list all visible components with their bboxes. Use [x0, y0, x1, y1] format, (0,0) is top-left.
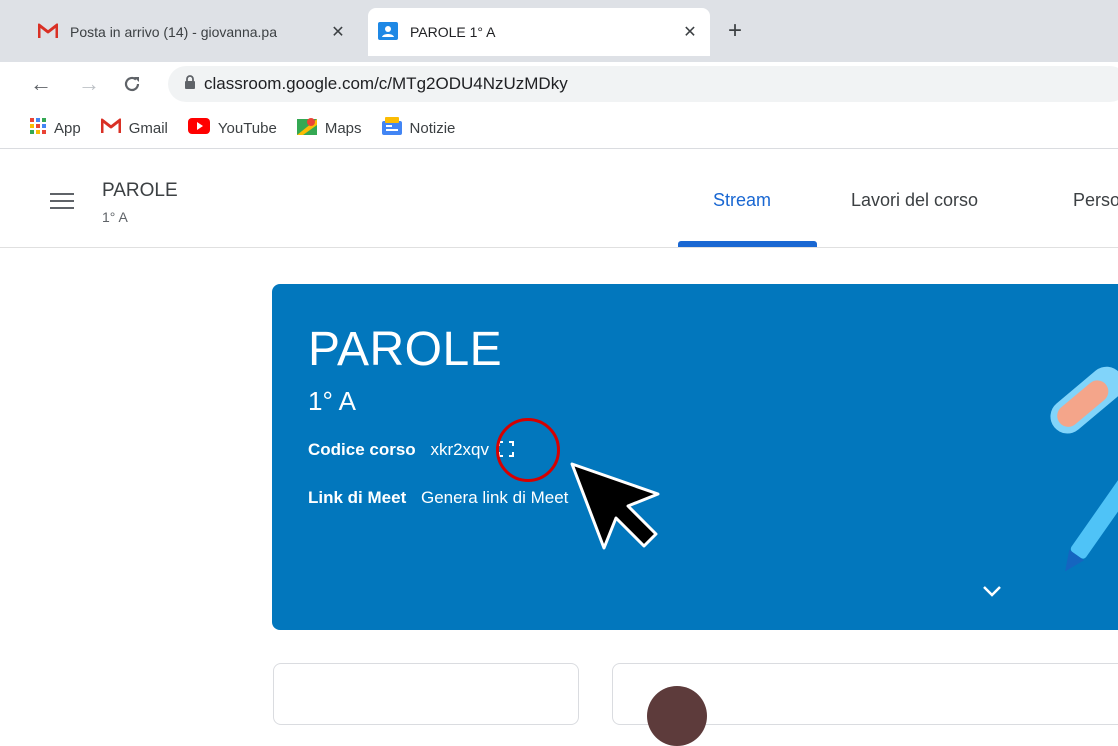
new-tab-button[interactable]: + — [728, 18, 742, 44]
maps-icon — [296, 117, 317, 139]
gmail-icon — [100, 118, 122, 138]
bookmark-label: YouTube — [217, 119, 277, 137]
class-code-value: xkr2xqv — [430, 440, 490, 459]
back-arrow-icon[interactable]: ← — [30, 70, 52, 98]
youtube-icon — [187, 118, 210, 138]
lock-icon — [184, 74, 196, 94]
generate-meet-link[interactable]: Genera link di Meet — [421, 488, 568, 507]
bookmark-gmail[interactable]: Gmail — [100, 118, 168, 138]
tab-people[interactable]: Persone — [1073, 190, 1118, 211]
tab-title: PAROLE 1° A — [410, 24, 496, 40]
apps-grid-icon — [30, 118, 46, 138]
announcement-card[interactable] — [612, 663, 1118, 746]
bookmark-label: Notizie — [409, 119, 456, 137]
class-code-label: Codice corso — [308, 440, 416, 459]
banner-title: PAROLE — [308, 323, 503, 376]
bookmark-apps[interactable]: App — [30, 118, 81, 138]
pencil-illustration — [1050, 366, 1118, 572]
chevron-down-icon[interactable] — [980, 584, 1004, 598]
tab-classwork[interactable]: Lavori del corso — [851, 190, 978, 211]
address-bar[interactable]: classroom.google.com/c/MTg2ODU4NzUzMDky — [168, 66, 1118, 102]
url-text: classroom.google.com/c/MTg2ODU4NzUzMDky — [204, 74, 568, 93]
tab-classroom[interactable]: PAROLE 1° A ✕ — [368, 8, 710, 56]
avatar — [647, 686, 707, 746]
bookmark-label: Gmail — [128, 119, 168, 137]
tab-gmail[interactable]: Posta in arrivo (14) - giovanna.pa ✕ — [28, 8, 358, 56]
class-section: 1° A — [102, 209, 128, 225]
browser-tab-strip: Posta in arrivo (14) - giovanna.pa ✕ PAR… — [0, 0, 1118, 62]
meet-link-row: Link di Meet Genera link di Meet — [308, 488, 568, 508]
active-tab-indicator — [678, 241, 817, 247]
news-icon — [381, 117, 402, 139]
close-tab-icon[interactable]: ✕ — [328, 22, 348, 42]
reload-icon[interactable] — [122, 70, 142, 101]
banner-section: 1° A — [308, 386, 356, 416]
tab-title: Posta in arrivo (14) - giovanna.pa — [70, 24, 277, 40]
menu-icon[interactable] — [50, 193, 74, 214]
classroom-icon — [378, 21, 398, 43]
class-name[interactable]: PAROLE — [102, 180, 178, 202]
forward-arrow-icon[interactable]: → — [78, 70, 100, 98]
mouse-pointer-icon — [570, 462, 660, 550]
gmail-icon — [37, 23, 59, 42]
class-code-row: Codice corso xkr2xqv — [308, 440, 514, 462]
close-tab-icon[interactable]: ✕ — [680, 22, 700, 42]
class-banner: PAROLE 1° A Codice corso xkr2xqv Link di… — [272, 284, 1118, 630]
bookmark-label: Maps — [324, 119, 362, 137]
upcoming-card — [273, 663, 579, 725]
highlight-circle — [496, 418, 560, 482]
bookmark-notizie[interactable]: Notizie — [381, 117, 456, 139]
bookmarks-bar: App Gmail YouTube Maps Notizie — [0, 108, 1118, 149]
bookmark-maps[interactable]: Maps — [296, 117, 362, 139]
tab-stream[interactable]: Stream — [713, 190, 771, 211]
browser-toolbar: ← → classroom.google.com/c/MTg2ODU4NzUzM… — [0, 62, 1118, 108]
meet-link-label: Link di Meet — [308, 488, 407, 507]
bookmark-youtube[interactable]: YouTube — [187, 118, 277, 138]
classroom-header: PAROLE 1° A Stream Lavori del corso Pers… — [0, 153, 1118, 248]
bookmark-label: App — [54, 119, 81, 137]
